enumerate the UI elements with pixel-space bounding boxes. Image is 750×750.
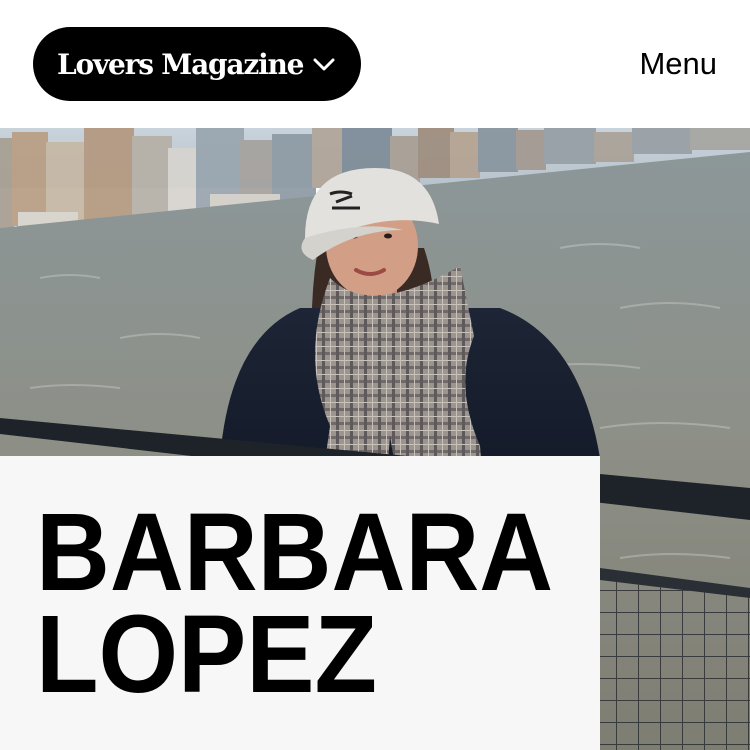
profile-name-card: BARBARA LOPEZ: [0, 456, 600, 750]
magazine-switcher-button[interactable]: Lovers Magazine: [33, 27, 361, 101]
menu-button[interactable]: Menu: [639, 45, 717, 83]
profile-last-name: LOPEZ: [36, 593, 378, 716]
brand-logo: Lovers Magazine: [57, 47, 304, 81]
profile-first-name: BARBARA: [36, 491, 554, 614]
chevron-down-icon: [311, 51, 337, 77]
site-header: Lovers Magazine Menu: [0, 0, 750, 128]
